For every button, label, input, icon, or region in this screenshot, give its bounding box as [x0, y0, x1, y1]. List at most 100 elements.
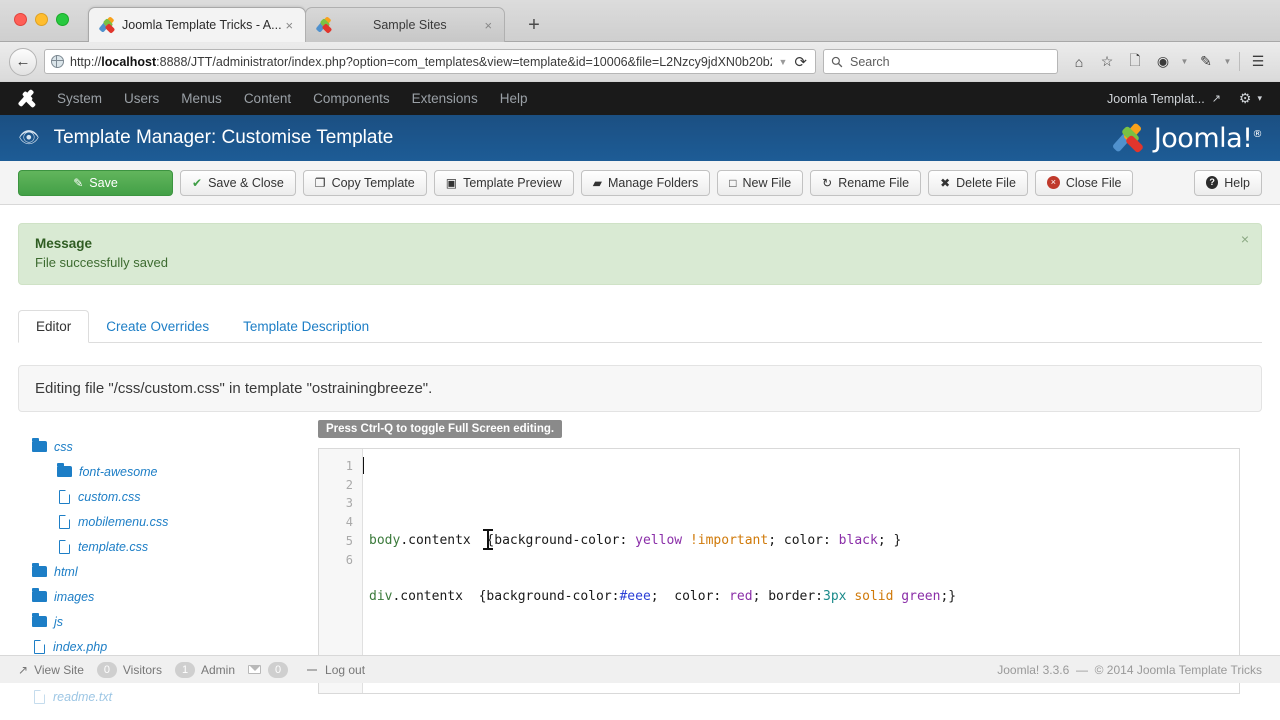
- chevron-down-icon[interactable]: ▼: [1221, 49, 1234, 75]
- mouse-ibeam-cursor: [483, 529, 493, 550]
- line-number: 4: [345, 515, 353, 530]
- tree-item-mobilemenu-css[interactable]: mobilemenu.css: [32, 509, 318, 534]
- joomla-mark-icon: [1111, 122, 1147, 154]
- browser-tab-1[interactable]: Sample Sites ×: [305, 7, 506, 42]
- browser-search-box[interactable]: Search: [823, 49, 1058, 74]
- hamburger-menu-icon[interactable]: ☰: [1245, 49, 1271, 75]
- tree-item-readme-txt[interactable]: readme.txt: [32, 684, 318, 709]
- nav-item-users[interactable]: Users: [124, 91, 159, 106]
- admin-label: Admin: [201, 662, 236, 677]
- code-line-1: body.contentx {background-color: yellow …: [369, 532, 902, 548]
- alert-heading: Message: [35, 236, 93, 251]
- delete-file-button[interactable]: ✖ Delete File: [928, 169, 1028, 196]
- reader-icon[interactable]: 🗋: [1122, 49, 1148, 75]
- button-label: Delete File: [956, 175, 1016, 190]
- close-file-button[interactable]: × Close File: [1034, 169, 1134, 196]
- joomla-version: Joomla! 3.3.6: [997, 662, 1070, 677]
- image-icon: ▣: [445, 175, 458, 190]
- tree-item-label: images: [54, 589, 95, 604]
- admin-top-nav: System Users Menus Content Components Ex…: [0, 82, 1280, 115]
- save-close-button[interactable]: ✔ Save & Close: [180, 169, 296, 196]
- gear-icon[interactable]: ⚙: [1239, 90, 1252, 107]
- template-preview-button[interactable]: ▣ Template Preview: [433, 169, 574, 196]
- visitors-counter: 0 Visitors: [96, 661, 162, 678]
- admin-status-bar: ↗ View Site 0 Visitors 1 Admin 0 Log out…: [0, 655, 1280, 683]
- tab-create-overrides[interactable]: Create Overrides: [89, 311, 226, 342]
- rename-file-button[interactable]: ↻ Rename File: [810, 169, 922, 196]
- reload-icon[interactable]: ⟳: [794, 53, 809, 71]
- line-number: 1: [345, 459, 353, 473]
- file-icon: □: [729, 175, 737, 190]
- tab-template-description[interactable]: Template Description: [226, 311, 386, 342]
- nav-item-system[interactable]: System: [57, 91, 102, 106]
- nav-item-content[interactable]: Content: [244, 91, 291, 106]
- admin-nav-right: Joomla Templat... ↗ ⚙ ▾: [1107, 90, 1262, 107]
- tree-item-custom-css[interactable]: custom.css: [32, 484, 318, 509]
- maximize-window-button[interactable]: [56, 13, 69, 26]
- minimize-window-button[interactable]: [35, 13, 48, 26]
- chevron-down-icon[interactable]: ▼: [772, 57, 795, 67]
- alert-close-icon[interactable]: ×: [1241, 231, 1249, 247]
- tree-item-template-css[interactable]: template.css: [32, 534, 318, 559]
- joomla-logo-icon[interactable]: [17, 88, 37, 109]
- joomla-brand-text: Joomla!®: [1153, 122, 1263, 154]
- admin-count-badge: 1: [175, 661, 195, 678]
- site-name-label[interactable]: Joomla Templat...: [1107, 92, 1205, 106]
- save-button[interactable]: ✎ Save: [18, 169, 173, 196]
- chevron-down-icon[interactable]: ▼: [1178, 49, 1191, 75]
- copy-template-button[interactable]: ❐ Copy Template: [302, 169, 427, 196]
- action-toolbar: ✎ Save ✔ Save & Close ❐ Copy Template ▣ …: [0, 161, 1280, 205]
- back-button[interactable]: ←: [9, 47, 37, 76]
- manage-folders-button[interactable]: ▰ Manage Folders: [580, 169, 711, 196]
- new-file-button[interactable]: □ New File: [717, 169, 804, 196]
- tree-item-label: mobilemenu.css: [78, 514, 169, 529]
- question-mark-icon: ?: [1206, 176, 1219, 189]
- button-label: Save: [89, 175, 118, 190]
- tree-item-js[interactable]: js: [32, 609, 318, 634]
- nav-item-components[interactable]: Components: [313, 91, 390, 106]
- tree-item-font-awesome[interactable]: font-awesome: [32, 459, 318, 484]
- alert-body: File successfully saved: [35, 255, 168, 270]
- button-label: Save & Close: [208, 175, 284, 190]
- admin-counter: 1 Admin: [175, 661, 236, 678]
- bookmark-star-icon[interactable]: ☆: [1094, 49, 1120, 75]
- tab-editor[interactable]: Editor: [18, 310, 90, 343]
- browser-tabs: Joomla Template Tricks - A... × Sample S…: [88, 7, 553, 42]
- text-cursor: [363, 457, 364, 474]
- external-link-icon[interactable]: ↗: [1212, 92, 1221, 105]
- help-button[interactable]: ? Help: [1194, 169, 1262, 196]
- close-tab-icon[interactable]: ×: [481, 19, 497, 32]
- close-tab-icon[interactable]: ×: [282, 19, 298, 32]
- address-bar-url: http://localhost:8888/JTT/administrator/…: [70, 54, 772, 69]
- browser-chrome: Joomla Template Tricks - A... × Sample S…: [0, 0, 1280, 82]
- chevron-down-icon[interactable]: ▾: [1257, 93, 1262, 104]
- file-icon: [59, 489, 70, 504]
- nav-item-extensions[interactable]: Extensions: [412, 91, 478, 106]
- home-icon[interactable]: ⌂: [1066, 49, 1092, 75]
- tree-item-html[interactable]: html: [32, 559, 318, 584]
- success-message-alert: Message File successfully saved ×: [18, 223, 1262, 285]
- pocket-icon[interactable]: ◉: [1150, 49, 1176, 75]
- joomla-favicon-icon: [98, 16, 116, 34]
- browser-tab-0[interactable]: Joomla Template Tricks - A... ×: [88, 7, 307, 42]
- visitors-label: Visitors: [122, 662, 162, 677]
- close-window-button[interactable]: [14, 13, 27, 26]
- nav-item-help[interactable]: Help: [500, 91, 528, 106]
- folder-icon: ▰: [592, 175, 602, 190]
- tools-icon[interactable]: ✎: [1193, 49, 1219, 75]
- footer-version-info: Joomla! 3.3.6 — © 2014 Joomla Template T…: [997, 663, 1262, 677]
- tree-item-label: template.css: [78, 539, 149, 554]
- nav-item-menus[interactable]: Menus: [181, 91, 222, 106]
- tree-item-css[interactable]: css: [32, 434, 318, 459]
- new-tab-button[interactable]: +: [515, 15, 553, 35]
- messages-counter[interactable]: 0: [248, 661, 294, 678]
- logout-link[interactable]: Log out: [307, 663, 365, 677]
- tree-item-label: font-awesome: [79, 464, 158, 479]
- view-site-link[interactable]: ↗ View Site: [18, 663, 84, 677]
- tree-item-label: css: [54, 439, 73, 454]
- tree-item-label: index.php: [53, 639, 108, 654]
- tree-item-images[interactable]: images: [32, 584, 318, 609]
- main-content: Message File successfully saved × Editor…: [0, 205, 1280, 704]
- address-bar[interactable]: http://localhost:8888/JTT/administrator/…: [44, 49, 816, 74]
- folder-icon: [32, 438, 47, 452]
